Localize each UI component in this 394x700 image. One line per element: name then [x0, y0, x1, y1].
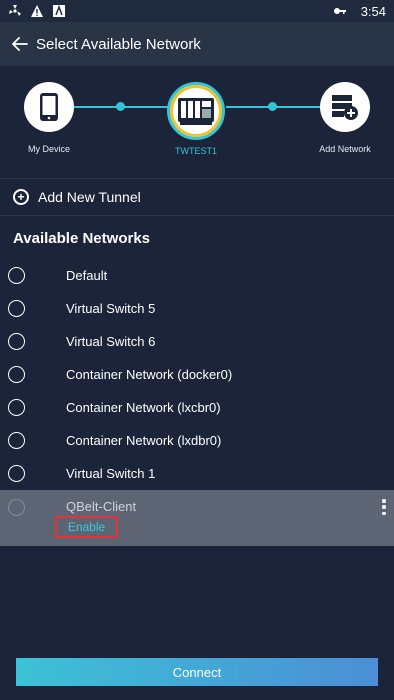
network-list: Default Virtual Switch 5 Virtual Switch …: [0, 259, 394, 546]
network-name: Virtual Switch 6: [66, 334, 156, 349]
nas-icon: [178, 98, 214, 125]
add-new-tunnel-label: Add New Tunnel: [38, 189, 141, 205]
network-name: Virtual Switch 1: [66, 466, 156, 481]
flow-dot-right: [268, 102, 277, 111]
radio-button[interactable]: [8, 366, 25, 383]
network-item-docker0[interactable]: Container Network (docker0): [0, 358, 394, 391]
radio-button[interactable]: [8, 399, 25, 416]
add-new-tunnel-button[interactable]: + Add New Tunnel: [0, 179, 394, 216]
more-options-icon[interactable]: [381, 499, 387, 515]
radio-button[interactable]: [8, 465, 25, 482]
connect-button[interactable]: Connect: [16, 658, 378, 686]
network-name: Container Network (lxcbr0): [66, 400, 221, 415]
nas-node: [167, 82, 225, 140]
network-name: Virtual Switch 5: [66, 301, 156, 316]
add-network-node[interactable]: [320, 82, 370, 132]
nas-label: TWTEST1: [175, 146, 217, 156]
radio-button[interactable]: [8, 267, 25, 284]
radio-button[interactable]: [8, 300, 25, 317]
network-item-virtual-switch-5[interactable]: Virtual Switch 5: [0, 292, 394, 325]
network-item-virtual-switch-6[interactable]: Virtual Switch 6: [0, 325, 394, 358]
network-name: QBelt-Client: [66, 499, 137, 514]
available-networks-title: Available Networks: [13, 230, 150, 247]
my-device-label: My Device: [27, 144, 70, 154]
fan-icon: [9, 5, 21, 16]
phone-icon: [40, 93, 58, 121]
network-item-lxcbr0[interactable]: Container Network (lxcbr0): [0, 391, 394, 424]
radio-button[interactable]: [8, 499, 25, 516]
warning-icon: [31, 5, 43, 17]
status-time: 3:54: [360, 3, 386, 19]
key-icon: [333, 8, 346, 14]
app-notification-icon: [53, 4, 65, 17]
add-network-label: Add Network: [319, 144, 371, 154]
radio-button[interactable]: [8, 333, 25, 350]
radio-button[interactable]: [8, 432, 25, 449]
app-bar: Select Available Network: [0, 22, 394, 66]
network-item-virtual-switch-1[interactable]: Virtual Switch 1: [0, 457, 394, 490]
my-device-node: [24, 82, 74, 132]
network-name: Default: [66, 268, 108, 283]
network-name: Container Network (docker0): [66, 367, 233, 382]
enable-button[interactable]: Enable: [55, 516, 118, 538]
connection-flow: My Device TWTEST1 Add Network: [0, 66, 394, 179]
network-item-qbelt-client[interactable]: QBelt-Client Enable: [0, 490, 394, 546]
server-add-icon: [332, 95, 358, 120]
network-item-default[interactable]: Default: [0, 259, 394, 292]
plus-circle-icon: +: [13, 189, 29, 205]
network-item-lxdbr0[interactable]: Container Network (lxdbr0): [0, 424, 394, 457]
flow-dot-left: [116, 102, 125, 111]
page-title: Select Available Network: [36, 35, 201, 53]
arrow-left-icon[interactable]: [10, 34, 30, 54]
status-bar: 3:54: [0, 0, 394, 22]
network-name: Container Network (lxdbr0): [66, 433, 222, 448]
